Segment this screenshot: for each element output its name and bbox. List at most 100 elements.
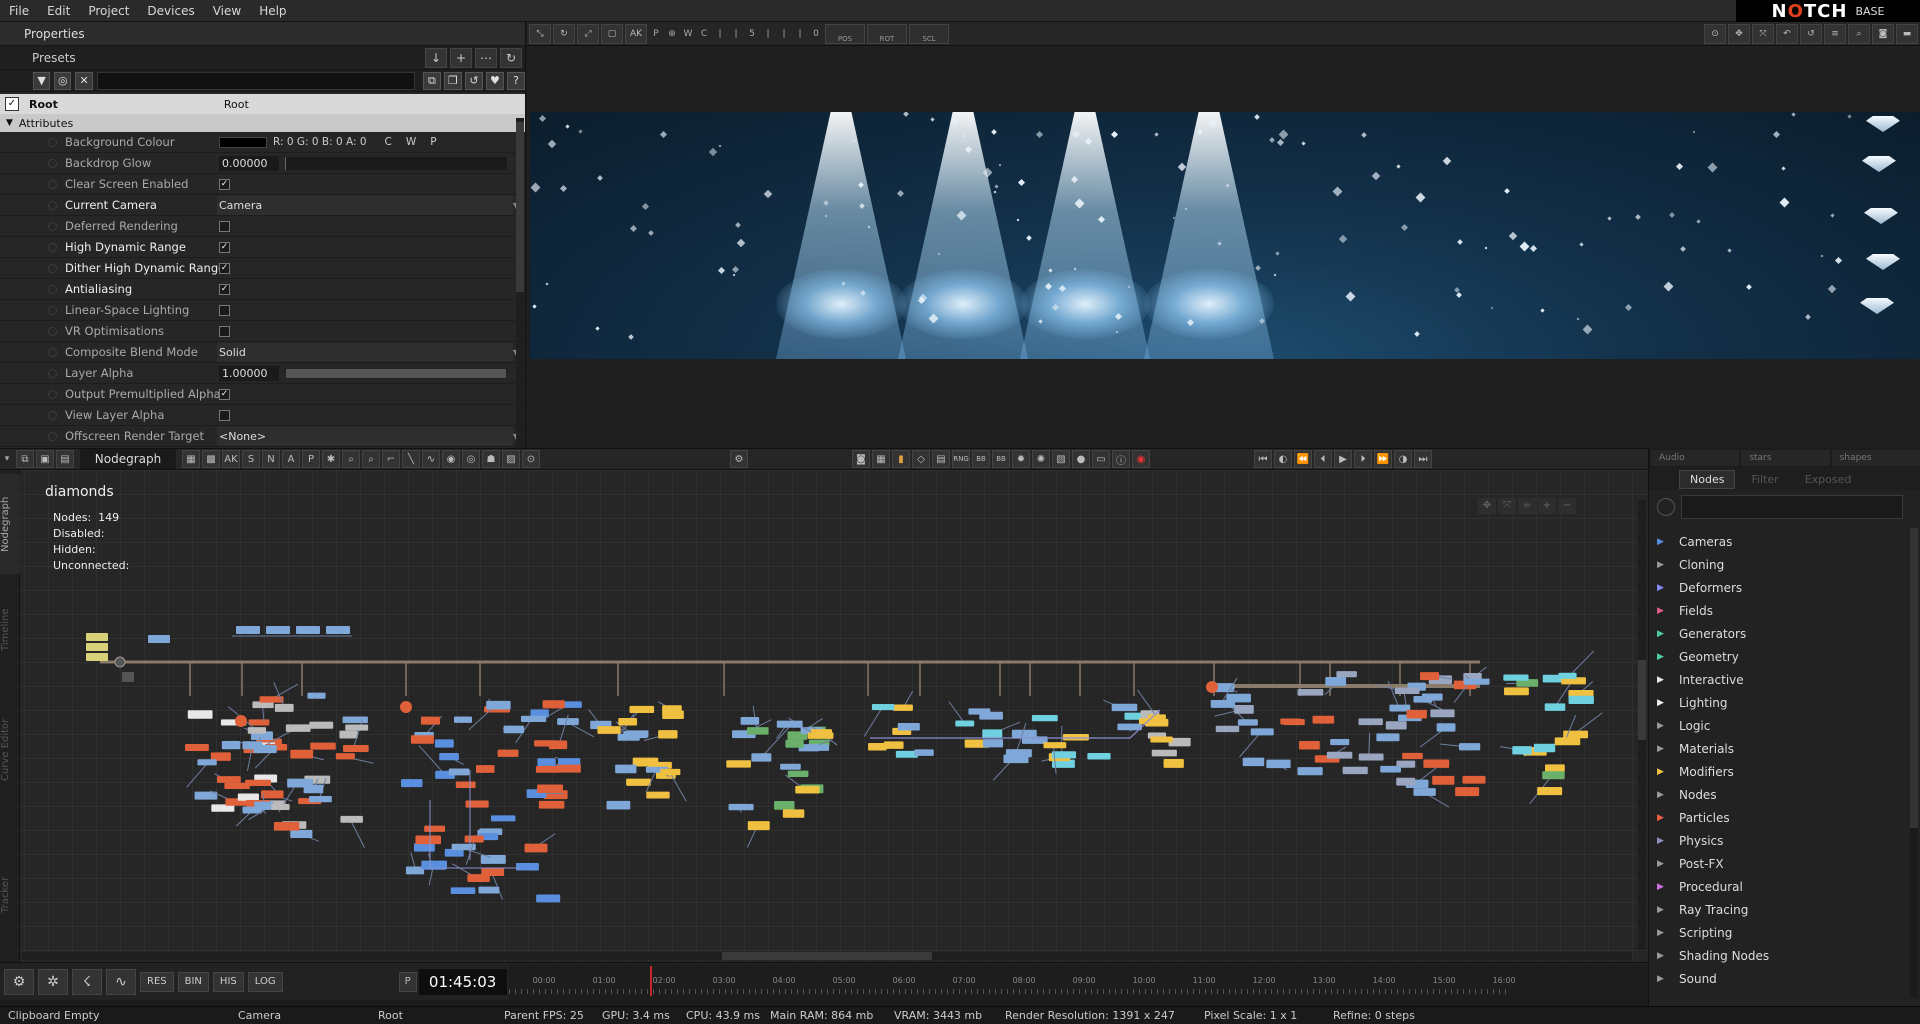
skip-start-icon[interactable]: ⏮	[1254, 450, 1272, 468]
property-checkbox[interactable]: ✓	[219, 178, 230, 190]
graph-node[interactable]	[1455, 787, 1480, 797]
graph-node[interactable]	[1432, 775, 1455, 785]
graph-node[interactable]	[557, 718, 579, 725]
graph-node[interactable]	[1504, 687, 1529, 696]
graph-node[interactable]	[465, 800, 489, 808]
expand-arrow-icon[interactable]: ▶	[1657, 537, 1679, 547]
property-row[interactable]: Offscreen Render Target▼<None>	[0, 426, 525, 447]
graph-node[interactable]	[535, 766, 559, 773]
node-category-item[interactable]: ▶ Scripting	[1649, 921, 1920, 944]
property-slider[interactable]	[285, 156, 507, 170]
filter-icon[interactable]: ▼	[33, 71, 51, 90]
fast-forward-icon[interactable]: ⏩	[1374, 450, 1392, 468]
reset-icon[interactable]: ↺	[464, 71, 483, 90]
graph-node[interactable]	[658, 730, 678, 739]
presets-dropdown[interactable]: Presets	[0, 51, 425, 65]
graph-node[interactable]	[237, 793, 259, 801]
fast-icon[interactable]: ☇	[72, 968, 102, 995]
keyframe-dot-icon[interactable]	[48, 389, 57, 399]
graph-node[interactable]	[455, 781, 476, 788]
fit-icon[interactable]: ⤧	[1498, 498, 1516, 514]
graph-node[interactable]	[1266, 759, 1291, 769]
rotate-icon[interactable]: ↻	[553, 23, 575, 44]
node-category-item[interactable]: ▶ Sound	[1649, 967, 1920, 990]
scale-icon[interactable]: ⤢	[577, 23, 599, 44]
node-category-item[interactable]: ▶ Fields	[1649, 599, 1920, 622]
keyframe-dot-icon[interactable]	[48, 200, 57, 210]
favourite-icon[interactable]: ♥	[485, 71, 504, 90]
hatch-icon[interactable]: ▨	[502, 450, 520, 468]
property-dropdown[interactable]: Camera	[219, 199, 262, 212]
graph-node[interactable]	[503, 725, 525, 734]
graph-node[interactable]	[1537, 787, 1563, 796]
step-icon[interactable]: ⌐	[382, 450, 400, 468]
property-row[interactable]: View Layer Alpha	[0, 405, 525, 426]
graph-node[interactable]	[548, 740, 568, 750]
property-slider[interactable]	[285, 367, 507, 379]
graph-node[interactable]	[776, 720, 803, 728]
graph-node[interactable]	[1043, 742, 1067, 749]
camera-icon[interactable]: ◙	[1872, 23, 1894, 44]
keyframe-dot-icon[interactable]	[48, 326, 57, 336]
graph-node[interactable]	[1087, 753, 1111, 760]
ak-button[interactable]: AK	[625, 23, 647, 44]
property-checkbox[interactable]: ✓	[219, 262, 230, 274]
graph-node[interactable]	[747, 821, 770, 831]
graph-node[interactable]	[955, 720, 975, 727]
graph-node[interactable]	[618, 718, 638, 726]
stripes-icon[interactable]: ▤	[932, 450, 950, 468]
graph-node[interactable]	[224, 782, 250, 790]
graph-node[interactable]	[1542, 771, 1565, 780]
monitor-icon[interactable]: ▭	[1092, 450, 1110, 468]
graph-node[interactable]	[979, 711, 1003, 720]
bin-button[interactable]: BIN	[177, 971, 209, 992]
pan-icon[interactable]: ✥	[1478, 498, 1496, 514]
graph-node[interactable]	[345, 724, 369, 731]
zero-button[interactable]: 0	[809, 25, 823, 43]
rng-toggle[interactable]: RNG	[952, 450, 970, 468]
graph-node[interactable]	[883, 741, 904, 749]
nodegraph-canvas[interactable]: Nodegraph Timeline Curve Editor Tracker …	[0, 470, 1648, 962]
bar-icon[interactable]: |	[761, 25, 775, 43]
count-5-button[interactable]: 5	[745, 25, 759, 43]
keyframe-dot-icon[interactable]	[48, 263, 57, 273]
camera-icon[interactable]: ◙	[852, 450, 870, 468]
scl-toggle[interactable]: SCL	[909, 23, 949, 44]
graph-node[interactable]	[1111, 703, 1138, 712]
step-forward-icon[interactable]: ⏵	[1354, 450, 1372, 468]
graph-node[interactable]	[296, 626, 320, 634]
node-category-item[interactable]: ▶ Materials	[1649, 737, 1920, 760]
copy-icon[interactable]: ⧉	[422, 71, 441, 90]
menu-project[interactable]: Project	[79, 4, 138, 18]
node-category-item[interactable]: ▶ Generators	[1649, 622, 1920, 645]
graph-node[interactable]	[410, 735, 434, 744]
node-alt-icon[interactable]: ◎	[462, 450, 480, 468]
expand-arrow-icon[interactable]: ▶	[1657, 951, 1679, 961]
graph-node[interactable]	[542, 700, 565, 709]
property-row[interactable]: Layer Alpha 1.00000	[0, 363, 525, 384]
property-row[interactable]: High Dynamic Range ✓	[0, 237, 525, 258]
nodegraph-vscrollbar[interactable]	[1638, 500, 1646, 950]
graph-node[interactable]	[1325, 676, 1347, 686]
node-search-input[interactable]	[1681, 495, 1903, 519]
graph-node[interactable]	[335, 753, 355, 760]
graph-node[interactable]	[490, 815, 516, 822]
property-row[interactable]: Output Premultiplied Alpha ✓	[0, 384, 525, 405]
graph-node[interactable]	[660, 768, 681, 776]
bb-alt-toggle[interactable]: BB	[992, 450, 1010, 468]
graph-node[interactable]	[1250, 728, 1274, 736]
ak-toggle[interactable]: AK	[222, 450, 240, 468]
keyframe-dot-icon[interactable]	[48, 179, 57, 189]
root-row[interactable]: ✓ Root Root	[0, 94, 525, 114]
zoom-in-icon[interactable]: +	[1538, 498, 1556, 514]
graph-node[interactable]	[310, 742, 336, 750]
expand-arrow-icon[interactable]: ▶	[1657, 652, 1679, 662]
graph-node[interactable]	[982, 729, 1003, 739]
keyframe-dot-icon[interactable]	[48, 410, 57, 420]
waveform-icon[interactable]: ∿	[106, 968, 136, 995]
node-network[interactable]	[0, 470, 1648, 962]
menu-icon[interactable]: ≡	[1824, 23, 1846, 44]
expand-arrow-icon[interactable]: ▶	[1657, 974, 1679, 984]
graph-node[interactable]	[1436, 723, 1456, 732]
property-dropdown[interactable]: Solid	[219, 346, 246, 359]
